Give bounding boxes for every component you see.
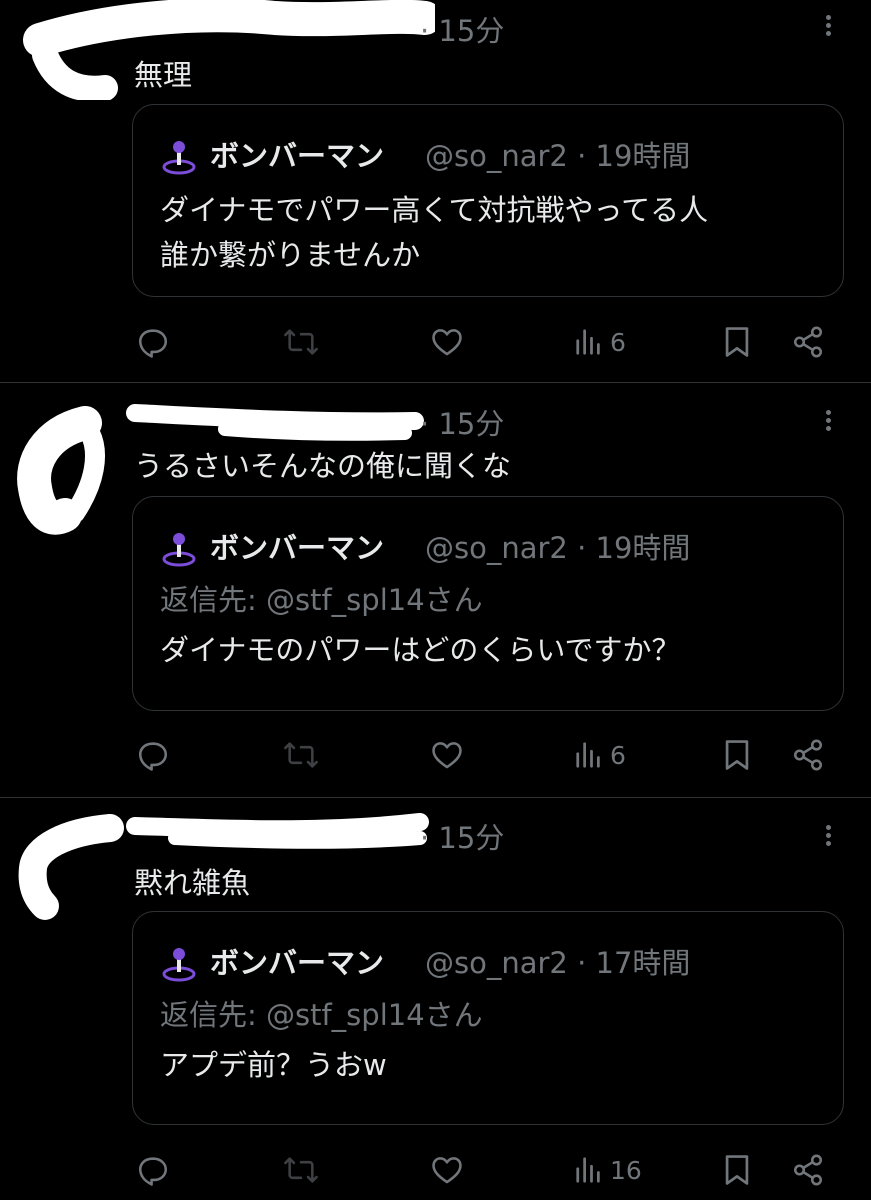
share-button[interactable] (791, 1150, 825, 1190)
share-icon (793, 326, 823, 358)
reply-button[interactable] (136, 735, 170, 775)
quoted-post[interactable]: ボンバーマン @so_nar2 · 17時間 返信先: @stf_spl14さん… (132, 911, 844, 1125)
post-timestamp[interactable]: · 15分 (420, 8, 504, 50)
quoted-author-meta: @so_nar2 · 19時間 (425, 139, 691, 173)
quoted-author-meta: @so_nar2 · 17時間 (425, 946, 691, 980)
reply-to-label: 返信先: @stf_spl14さん (160, 998, 483, 1032)
quoted-author-name: ボンバーマン (210, 946, 385, 980)
avatar[interactable] (161, 139, 197, 175)
post-timestamp[interactable]: · 15分 (420, 401, 504, 443)
quoted-text-line: ダイナモでパワー高くて対抗戦やってる人 (160, 193, 709, 227)
views-count: 6 (610, 327, 626, 357)
avatar[interactable] (161, 531, 197, 567)
like-button[interactable] (430, 735, 464, 775)
reply-button[interactable] (136, 1150, 170, 1190)
quoted-text-line: ダイナモのパワーはどのくらいですか？ (160, 633, 681, 667)
quoted-text-line: 誰か繋がりませんか (160, 238, 421, 272)
bookmark-icon (725, 327, 749, 357)
retweet-button[interactable] (282, 735, 320, 775)
reply-to-label: 返信先: @stf_spl14さん (160, 583, 483, 617)
bookmark-icon (725, 740, 749, 770)
share-icon (793, 1154, 823, 1186)
bookmark-button[interactable] (722, 1150, 752, 1190)
post-text: 無理 (134, 58, 193, 92)
views-icon (576, 742, 600, 768)
retweet-icon (284, 329, 318, 355)
quoted-text-line: アプデ前？うおw (160, 1048, 387, 1082)
views-count: 16 (610, 1155, 642, 1185)
bookmark-icon (725, 1155, 749, 1185)
quoted-author-meta: @so_nar2 · 19時間 (425, 531, 691, 565)
like-button[interactable] (430, 1150, 464, 1190)
share-icon (793, 739, 823, 771)
post[interactable]: · 15分 無理 ボンバーマン @so_nar2 · 19時間 ダイナモでパワー… (0, 0, 871, 382)
more-icon[interactable] (818, 822, 838, 852)
reply-icon (138, 329, 168, 358)
views-icon (576, 329, 600, 355)
retweet-icon (284, 1157, 318, 1183)
quoted-post[interactable]: ボンバーマン @so_nar2 · 19時間 ダイナモでパワー高くて対抗戦やって… (132, 104, 844, 297)
views-button[interactable]: 6 (574, 322, 626, 362)
like-icon (432, 329, 462, 356)
share-button[interactable] (791, 735, 825, 775)
bookmark-button[interactable] (722, 322, 752, 362)
action-bar: 6 (0, 322, 871, 362)
quoted-author-name: ボンバーマン (210, 531, 385, 565)
avatar[interactable] (161, 946, 197, 982)
reply-icon (138, 1157, 168, 1186)
retweet-icon (284, 742, 318, 768)
post[interactable]: · 15分 うるさいそんなの俺に聞くな ボンバーマン @so_nar2 · 19… (0, 383, 871, 797)
quoted-author-name: ボンバーマン (210, 139, 385, 173)
more-icon[interactable] (818, 12, 838, 42)
like-icon (432, 742, 462, 769)
like-button[interactable] (430, 322, 464, 362)
like-icon (432, 1157, 462, 1184)
redaction-scribble (23, 0, 435, 100)
retweet-button[interactable] (282, 322, 320, 362)
retweet-button[interactable] (282, 1150, 320, 1190)
post[interactable]: · 15分 黙れ雑魚 ボンバーマン @so_nar2 · 17時間 返信先: @… (0, 798, 871, 1200)
post-timestamp[interactable]: · 15分 (420, 815, 504, 857)
views-icon (576, 1157, 600, 1183)
action-bar: 16 (0, 1150, 871, 1190)
reply-icon (138, 742, 168, 771)
views-count: 6 (610, 740, 626, 770)
bookmark-button[interactable] (722, 735, 752, 775)
post-text: 黙れ雑魚 (134, 866, 251, 900)
views-button[interactable]: 16 (574, 1150, 642, 1190)
more-icon[interactable] (818, 407, 838, 437)
post-text: うるさいそんなの俺に聞くな (134, 449, 512, 483)
quoted-post[interactable]: ボンバーマン @so_nar2 · 19時間 返信先: @stf_spl14さん… (132, 496, 844, 711)
share-button[interactable] (791, 322, 825, 362)
reply-button[interactable] (136, 322, 170, 362)
views-button[interactable]: 6 (574, 735, 626, 775)
action-bar: 6 (0, 735, 871, 775)
